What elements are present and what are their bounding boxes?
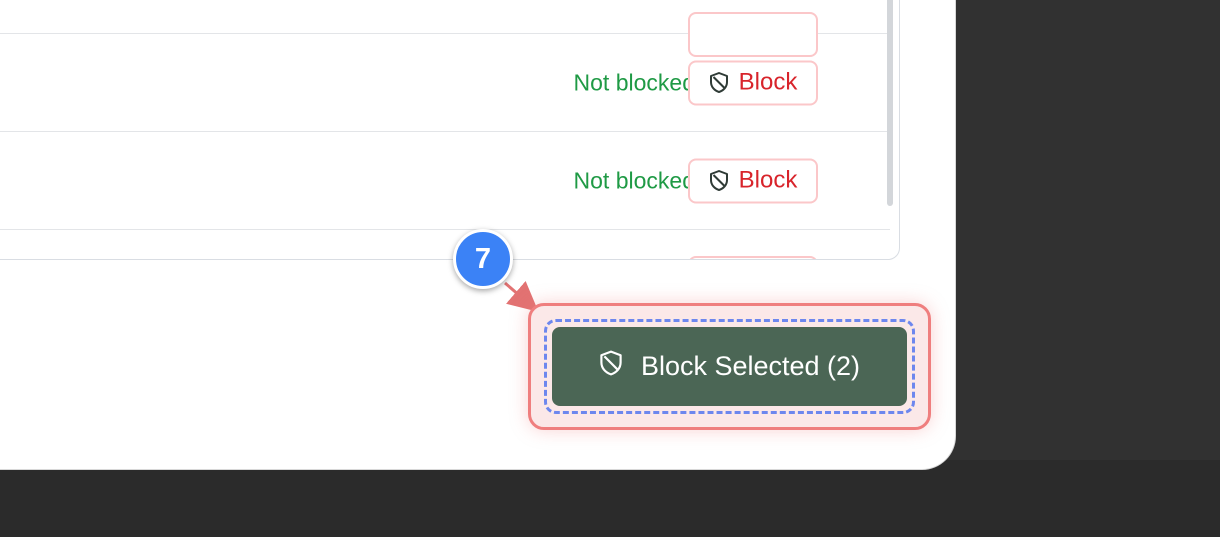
block-selected-button[interactable]: Block Selected (2)	[552, 327, 907, 406]
shield-icon	[599, 349, 623, 384]
step-badge: 7	[453, 229, 513, 289]
block-selected-label: Block Selected (2)	[640, 351, 861, 381]
annotation-arrow	[504, 280, 539, 312]
